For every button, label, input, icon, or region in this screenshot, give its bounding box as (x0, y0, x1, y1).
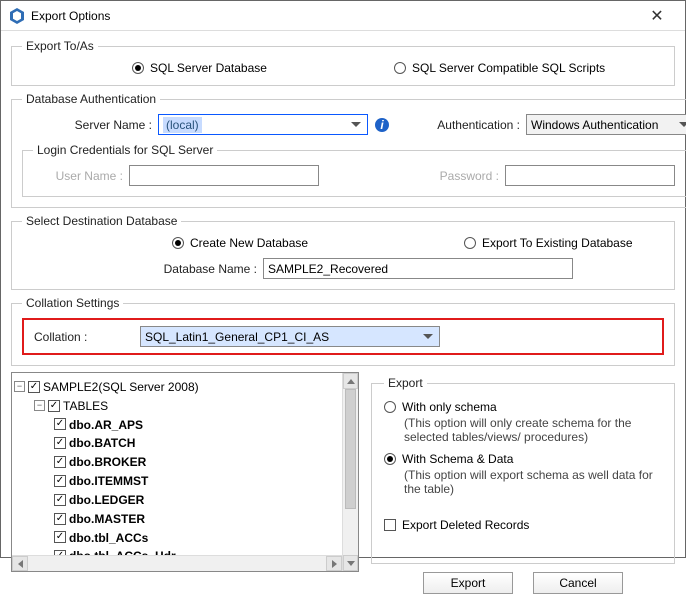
tree-checkbox[interactable] (54, 475, 66, 487)
tree-checkbox[interactable] (54, 437, 66, 449)
tree-checkbox[interactable] (54, 418, 66, 430)
server-name-select[interactable]: (local) (158, 114, 368, 135)
radio-schema-data-label: With Schema & Data (402, 452, 513, 466)
info-icon[interactable]: i (374, 117, 390, 133)
radio-create-new-db[interactable] (172, 237, 184, 249)
radio-sql-scripts-label: SQL Server Compatible SQL Scripts (412, 61, 605, 75)
export-button[interactable]: Export (423, 572, 513, 594)
tree-checkbox[interactable] (54, 531, 66, 543)
titlebar: Export Options ✕ (1, 1, 685, 31)
export-deleted-label: Export Deleted Records (402, 518, 529, 532)
scroll-left-icon[interactable] (12, 556, 28, 571)
export-to-group: Export To/As SQL Server Database SQL Ser… (11, 39, 675, 86)
tree-item[interactable]: dbo.BATCH (14, 433, 358, 452)
auth-label: Authentication : (410, 118, 520, 132)
db-auth-legend: Database Authentication (22, 92, 160, 106)
tree-scrollbar-vertical[interactable] (342, 373, 358, 571)
server-name-value: (local) (163, 117, 202, 133)
tree-item[interactable]: dbo.ITEMMST (14, 471, 358, 490)
radio-sql-server-db[interactable] (132, 62, 144, 74)
scroll-thumb[interactable] (345, 389, 356, 509)
tree-item[interactable]: dbo.AR_APS (14, 415, 358, 434)
export-options-legend: Export (384, 376, 427, 390)
radio-only-schema[interactable] (384, 401, 396, 413)
app-icon (9, 8, 25, 24)
object-tree[interactable]: −SAMPLE2(SQL Server 2008) −TABLES dbo.AR… (11, 372, 359, 572)
tree-item[interactable]: dbo.BROKER (14, 452, 358, 471)
tree-checkbox[interactable] (54, 494, 66, 506)
collation-value: SQL_Latin1_General_CP1_CI_AS (145, 330, 329, 344)
scroll-down-icon[interactable] (343, 555, 358, 571)
tree-tables[interactable]: −TABLES (14, 396, 358, 415)
tree-item[interactable]: dbo.tbl_ACCs (14, 528, 358, 547)
close-button[interactable]: ✕ (637, 6, 677, 26)
collation-legend: Collation Settings (22, 296, 123, 310)
chevron-down-icon (421, 330, 435, 344)
collation-select[interactable]: SQL_Latin1_General_CP1_CI_AS (140, 326, 440, 347)
only-schema-hint: (This option will only create schema for… (384, 414, 662, 452)
tree-checkbox[interactable] (54, 456, 66, 468)
export-to-legend: Export To/As (22, 39, 98, 53)
dest-db-group: Select Destination Database Create New D… (11, 214, 675, 290)
tree-scrollbar-horizontal[interactable] (12, 555, 342, 571)
username-label: User Name : (33, 169, 123, 183)
db-name-label: Database Name : (22, 262, 257, 276)
collation-group: Collation Settings Collation : SQL_Latin… (11, 296, 675, 366)
radio-only-schema-label: With only schema (402, 400, 497, 414)
chevron-down-icon (677, 118, 686, 132)
password-field[interactable] (505, 165, 675, 186)
tree-item[interactable]: dbo.LEDGER (14, 490, 358, 509)
scroll-right-icon[interactable] (326, 556, 342, 571)
radio-existing-db[interactable] (464, 237, 476, 249)
collapse-icon[interactable]: − (14, 381, 25, 392)
db-name-field[interactable]: SAMPLE2_Recovered (263, 258, 573, 279)
db-name-value: SAMPLE2_Recovered (268, 262, 388, 276)
cancel-button[interactable]: Cancel (533, 572, 623, 594)
auth-select[interactable]: Windows Authentication (526, 114, 686, 135)
login-legend: Login Credentials for SQL Server (33, 143, 217, 157)
scroll-up-icon[interactable] (343, 373, 358, 389)
collapse-icon[interactable]: − (34, 400, 45, 411)
tree-root[interactable]: −SAMPLE2(SQL Server 2008) (14, 377, 358, 396)
export-deleted-checkbox[interactable] (384, 519, 396, 531)
chevron-down-icon (349, 118, 363, 132)
password-label: Password : (399, 169, 499, 183)
window-title: Export Options (31, 9, 637, 23)
tree-checkbox[interactable] (28, 381, 40, 393)
username-field[interactable] (129, 165, 319, 186)
server-name-label: Server Name : (22, 118, 152, 132)
tree-checkbox[interactable] (54, 513, 66, 525)
collation-label: Collation : (34, 330, 124, 344)
dest-db-legend: Select Destination Database (22, 214, 181, 228)
db-auth-group: Database Authentication Server Name : (l… (11, 92, 686, 208)
tree-item[interactable]: dbo.MASTER (14, 509, 358, 528)
login-group: Login Credentials for SQL Server User Na… (22, 143, 686, 197)
radio-sql-server-db-label: SQL Server Database (150, 61, 370, 75)
schema-data-hint: (This option will export schema as well … (384, 466, 662, 504)
tree-checkbox[interactable] (48, 400, 60, 412)
radio-sql-scripts[interactable] (394, 62, 406, 74)
export-options-group: Export With only schema (This option wil… (371, 376, 675, 564)
auth-value: Windows Authentication (531, 118, 658, 132)
radio-schema-data[interactable] (384, 453, 396, 465)
radio-existing-db-label: Export To Existing Database (482, 236, 633, 250)
collation-highlight: Collation : SQL_Latin1_General_CP1_CI_AS (22, 318, 664, 355)
radio-create-new-db-label: Create New Database (190, 236, 440, 250)
